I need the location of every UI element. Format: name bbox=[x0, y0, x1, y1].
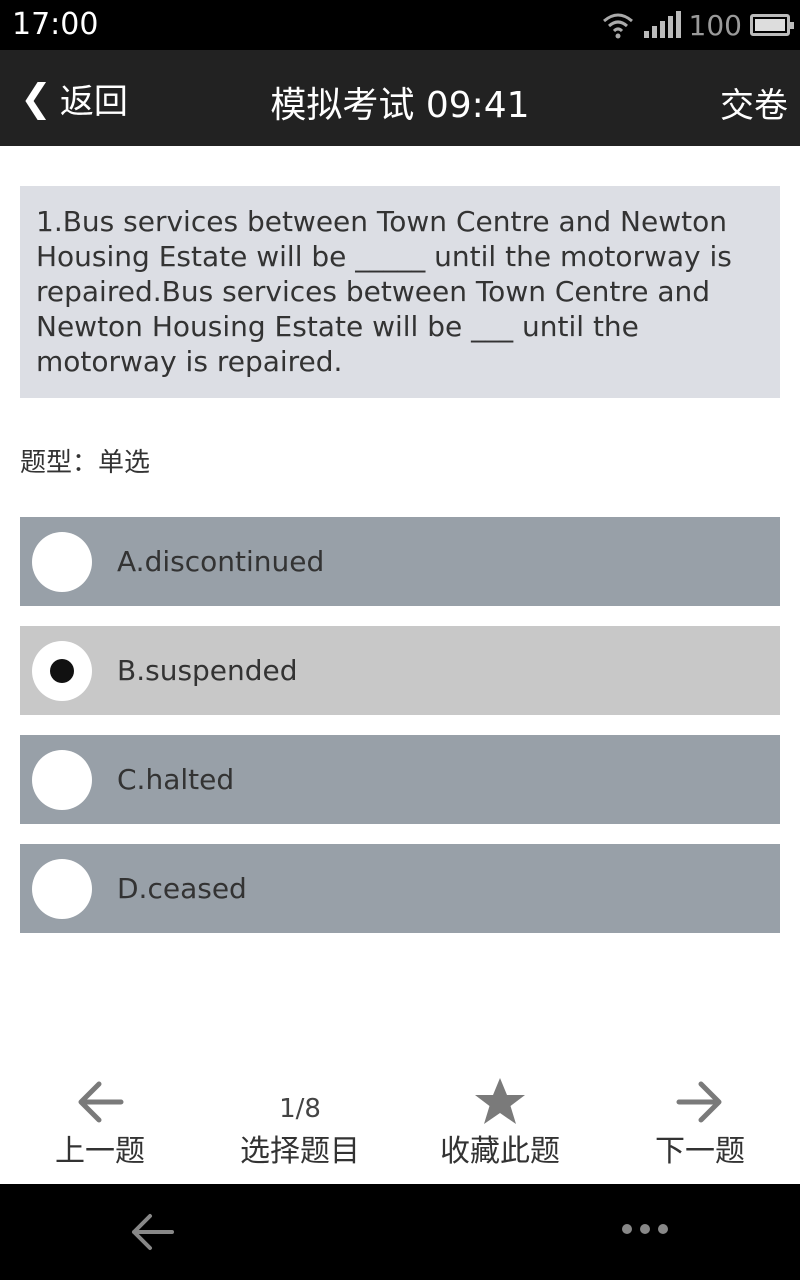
page-counter: 1/8 bbox=[279, 1094, 321, 1124]
question-text: 1.Bus services between Town Centre and N… bbox=[20, 186, 780, 398]
battery-level: 100 bbox=[688, 8, 742, 42]
submit-exam-button[interactable]: 交卷 bbox=[720, 78, 788, 127]
battery-icon bbox=[750, 14, 794, 36]
option-label: C.halted bbox=[117, 763, 235, 796]
option-b[interactable]: B.suspended bbox=[20, 626, 780, 715]
system-back-icon[interactable] bbox=[128, 1208, 176, 1256]
previous-question-label: 上一题 bbox=[55, 1134, 145, 1169]
more-options-icon[interactable] bbox=[622, 1224, 668, 1234]
radio-dot bbox=[50, 658, 74, 683]
bottom-toolbar: 上一题 1/8 选择题目 收藏此题 下一题 bbox=[0, 1070, 800, 1184]
option-a[interactable]: A.discontinued bbox=[20, 517, 780, 606]
radio-button[interactable] bbox=[32, 858, 92, 919]
status-bar: 17:00 100 bbox=[0, 0, 800, 50]
arrow-right-icon bbox=[676, 1081, 722, 1123]
radio-button[interactable] bbox=[32, 749, 92, 810]
option-label: D.ceased bbox=[117, 872, 247, 905]
status-time: 17:00 bbox=[12, 7, 99, 42]
option-label: B.suspended bbox=[117, 654, 298, 687]
system-nav-bar bbox=[0, 1184, 800, 1280]
select-question-label: 选择题目 bbox=[240, 1134, 360, 1169]
page-title: 模拟考试 09:41 bbox=[270, 85, 530, 126]
arrow-left-icon bbox=[78, 1081, 124, 1123]
favorite-question-label: 收藏此题 bbox=[440, 1134, 560, 1169]
question-type: 题型：单选 bbox=[20, 448, 151, 478]
radio-button[interactable] bbox=[32, 531, 92, 592]
select-question-button[interactable]: 1/8 选择题目 bbox=[200, 1070, 400, 1184]
status-icons: 100 bbox=[601, 8, 794, 42]
option-c[interactable]: C.halted bbox=[20, 735, 780, 824]
title-bar: ❮ 返回 模拟考试 09:41 交卷 bbox=[0, 50, 800, 146]
next-question-button[interactable]: 下一题 bbox=[600, 1070, 800, 1184]
next-question-label: 下一题 bbox=[655, 1134, 745, 1169]
option-d[interactable]: D.ceased bbox=[20, 844, 780, 933]
favorite-question-button[interactable]: 收藏此题 bbox=[400, 1070, 600, 1184]
radio-button-selected[interactable] bbox=[32, 640, 92, 701]
star-icon bbox=[475, 1078, 525, 1124]
previous-question-button[interactable]: 上一题 bbox=[0, 1070, 200, 1184]
option-label: A.discontinued bbox=[117, 545, 325, 578]
signal-icon bbox=[643, 11, 681, 38]
wifi-icon bbox=[602, 13, 633, 39]
